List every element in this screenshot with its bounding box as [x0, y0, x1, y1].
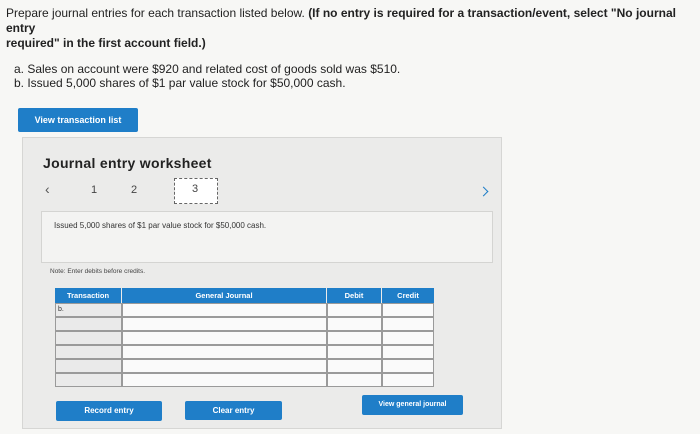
cell-credit[interactable]: [382, 303, 434, 317]
cell-account[interactable]: [122, 331, 327, 345]
table-row: [55, 345, 434, 359]
cell-account[interactable]: [122, 373, 327, 387]
table-row: b.: [55, 303, 434, 317]
view-transaction-list-button[interactable]: View transaction list: [18, 108, 138, 132]
chevron-left-icon[interactable]: ‹: [45, 181, 50, 197]
transaction-list: a. Sales on account were $920 and relate…: [14, 62, 400, 90]
instructions-plain: Prepare journal entries for each transac…: [6, 6, 305, 20]
cell-transaction[interactable]: [55, 331, 122, 345]
transaction-a: a. Sales on account were $920 and relate…: [14, 62, 401, 76]
cell-credit[interactable]: [382, 331, 434, 345]
col-header-transaction: Transaction: [55, 288, 121, 303]
cell-account[interactable]: [122, 303, 327, 317]
cell-debit[interactable]: [327, 317, 382, 331]
clear-entry-button[interactable]: Clear entry: [185, 401, 282, 420]
pager-page-3-label: 3: [192, 183, 199, 195]
table-row: [55, 331, 434, 345]
table-row: [55, 373, 434, 387]
cell-debit[interactable]: [327, 345, 382, 359]
cell-credit[interactable]: [382, 359, 434, 373]
record-entry-button[interactable]: Record entry: [56, 401, 162, 421]
pager-page-1[interactable]: 1: [91, 184, 97, 196]
cell-transaction[interactable]: [55, 373, 122, 387]
instructions: Prepare journal entries for each transac…: [6, 6, 696, 51]
pager-page-3-current[interactable]: 3: [174, 178, 218, 204]
transaction-description: Issued 5,000 shares of $1 par value stoc…: [54, 221, 267, 230]
cell-transaction[interactable]: [55, 359, 122, 373]
cell-transaction[interactable]: [55, 317, 122, 331]
chevron-right-icon[interactable]: [478, 186, 490, 198]
cell-debit[interactable]: [327, 331, 382, 345]
journal-table: Transaction General Journal Debit Credit…: [55, 288, 434, 398]
table-row: [55, 359, 434, 373]
cell-transaction[interactable]: [55, 345, 122, 359]
cell-debit[interactable]: [327, 373, 382, 387]
pager-page-2[interactable]: 2: [131, 184, 137, 196]
transaction-b: b. Issued 5,000 shares of $1 par value s…: [14, 76, 346, 90]
cell-credit[interactable]: [382, 345, 434, 359]
table-row: [55, 317, 434, 331]
cell-credit[interactable]: [382, 373, 434, 387]
instructions-bold-2: required" in the first account field.): [6, 36, 206, 50]
cell-debit[interactable]: [327, 359, 382, 373]
view-general-journal-button[interactable]: View general journal: [362, 395, 463, 415]
cell-account[interactable]: [122, 345, 327, 359]
cell-account[interactable]: [122, 317, 327, 331]
col-header-debit: Debit: [327, 288, 381, 303]
cell-transaction[interactable]: b.: [55, 303, 122, 317]
cell-credit[interactable]: [382, 317, 434, 331]
journal-entry-worksheet: Journal entry worksheet ‹ 1 2 3 Issued 5…: [22, 137, 502, 429]
col-header-credit: Credit: [382, 288, 434, 303]
debit-credit-note: Note: Enter debits before credits.: [50, 268, 146, 275]
cell-debit[interactable]: [327, 303, 382, 317]
worksheet-title: Journal entry worksheet: [43, 155, 212, 171]
col-header-general-journal: General Journal: [122, 288, 326, 303]
transaction-description-box: Issued 5,000 shares of $1 par value stoc…: [41, 211, 493, 263]
cell-account[interactable]: [122, 359, 327, 373]
